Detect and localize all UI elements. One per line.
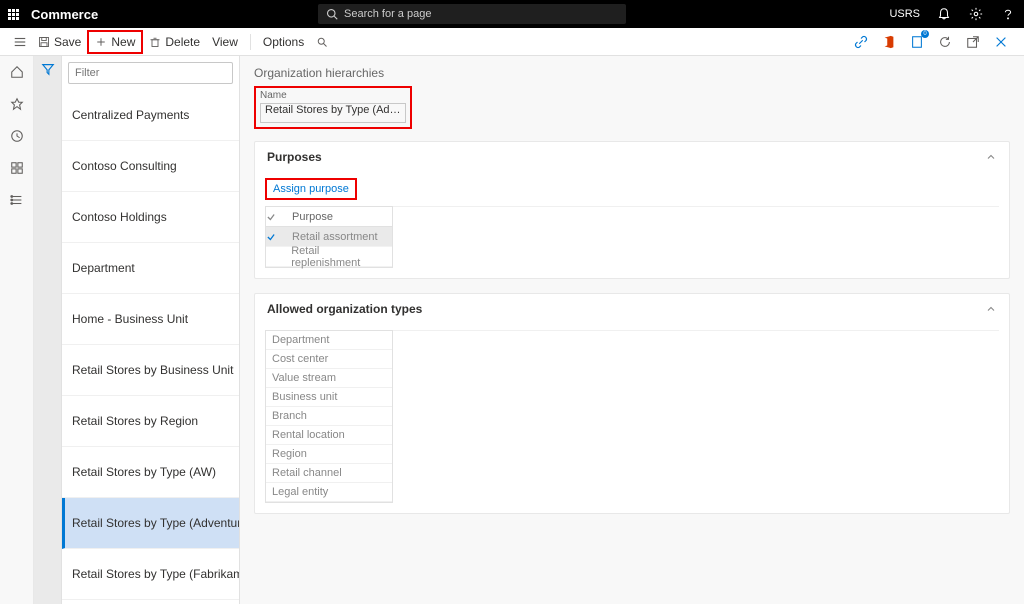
funnel-icon[interactable] [41,62,55,76]
allowed-types-table: DepartmentCost centerValue streamBusines… [265,330,393,503]
chevron-up-icon [985,303,997,315]
table-row[interactable]: Business unit [266,388,392,407]
list-item[interactable]: Retail Stores by Business Unit [62,345,239,396]
allowed-types-section: Allowed organization types DepartmentCos… [254,293,1010,514]
list-item[interactable]: Department [62,243,239,294]
purpose-column[interactable]: Purpose [288,211,337,223]
list-item[interactable]: Contoso Holdings [62,192,239,243]
list-item[interactable]: Centralized Payments [62,90,239,141]
table-row[interactable]: Department [266,331,392,350]
list-item[interactable]: Retail Stores by Type (Adventure Works) [62,498,239,549]
table-row[interactable]: Retail channel [266,464,392,483]
filter-input[interactable] [68,62,233,84]
table-row[interactable]: Value stream [266,369,392,388]
table-row[interactable]: Legal entity [266,483,392,502]
attachments-icon[interactable]: 0 [908,33,926,51]
favorite-icon[interactable] [9,96,25,112]
purposes-section: Purposes Assign purpose Purpose [254,141,1010,279]
command-bar: Save New Delete View Options 0 [0,28,1024,56]
filter-column [34,56,62,604]
purpose-cell: Retail replenishment [287,245,392,269]
find-button[interactable] [310,33,334,51]
gear-icon[interactable] [968,6,984,22]
search-placeholder: Search for a page [344,8,431,20]
separator [250,34,251,50]
plus-icon [95,36,107,48]
chevron-up-icon [985,151,997,163]
list-item[interactable]: Retail Stores by Type (Fabrikam) [62,549,239,600]
list-item[interactable]: Contoso Consulting [62,141,239,192]
options-button[interactable]: Options [257,32,310,52]
page-title: Organization hierarchies [254,66,1010,80]
recent-icon[interactable] [9,128,25,144]
list-item[interactable]: Home - Business Unit [62,294,239,345]
app-topbar: Commerce Search for a page USRS [0,0,1024,28]
search-icon [316,36,328,48]
table-row[interactable]: Retail replenishment [266,247,392,267]
modules-icon[interactable] [9,192,25,208]
purposes-table: Purpose Retail assortment Retail replenis… [265,206,393,268]
help-icon[interactable] [1000,6,1016,22]
list-item[interactable]: Retail Stores by Region [62,396,239,447]
popout-icon[interactable] [964,33,982,51]
name-field-wrap: Name Retail Stores by Type (Adventur... [254,86,412,129]
table-row[interactable]: Rental location [266,426,392,445]
close-icon[interactable] [992,33,1010,51]
list-item[interactable]: Retail Stores by Type (AW) [62,447,239,498]
save-button[interactable]: Save [32,32,87,52]
table-row[interactable]: Cost center [266,350,392,369]
delete-button[interactable]: Delete [143,32,206,52]
app-title: Commerce [31,7,98,22]
global-search[interactable]: Search for a page [318,4,626,24]
name-field[interactable]: Retail Stores by Type (Adventur... [260,103,406,123]
home-icon[interactable] [9,64,25,80]
assign-purpose-button[interactable]: Assign purpose [265,178,357,200]
link-icon[interactable] [852,33,870,51]
view-button[interactable]: View [206,32,244,52]
table-row[interactable]: Branch [266,407,392,426]
main-content: Organization hierarchies Name Retail Sto… [240,56,1024,604]
search-icon [326,8,338,20]
office-icon[interactable] [880,33,898,51]
purposes-header[interactable]: Purposes [255,142,1009,172]
nav-rail [0,56,34,604]
refresh-icon[interactable] [936,33,954,51]
save-icon [38,36,50,48]
workspace-icon[interactable] [9,160,25,176]
table-row[interactable]: Region [266,445,392,464]
bell-icon[interactable] [936,6,952,22]
user-label[interactable]: USRS [889,8,920,20]
allowed-types-header[interactable]: Allowed organization types [255,294,1009,324]
check-header[interactable] [266,212,288,222]
trash-icon [149,36,161,48]
hierarchy-list-panel: Centralized PaymentsContoso ConsultingCo… [62,56,240,604]
check-icon[interactable] [266,232,288,242]
waffle-icon[interactable] [8,9,19,20]
new-button[interactable]: New [87,30,143,54]
purpose-cell: Retail assortment [288,231,382,243]
hierarchy-list: Centralized PaymentsContoso ConsultingCo… [62,90,239,604]
badge-count: 0 [921,30,929,38]
hamburger-icon[interactable] [8,35,32,49]
name-label: Name [260,90,406,101]
